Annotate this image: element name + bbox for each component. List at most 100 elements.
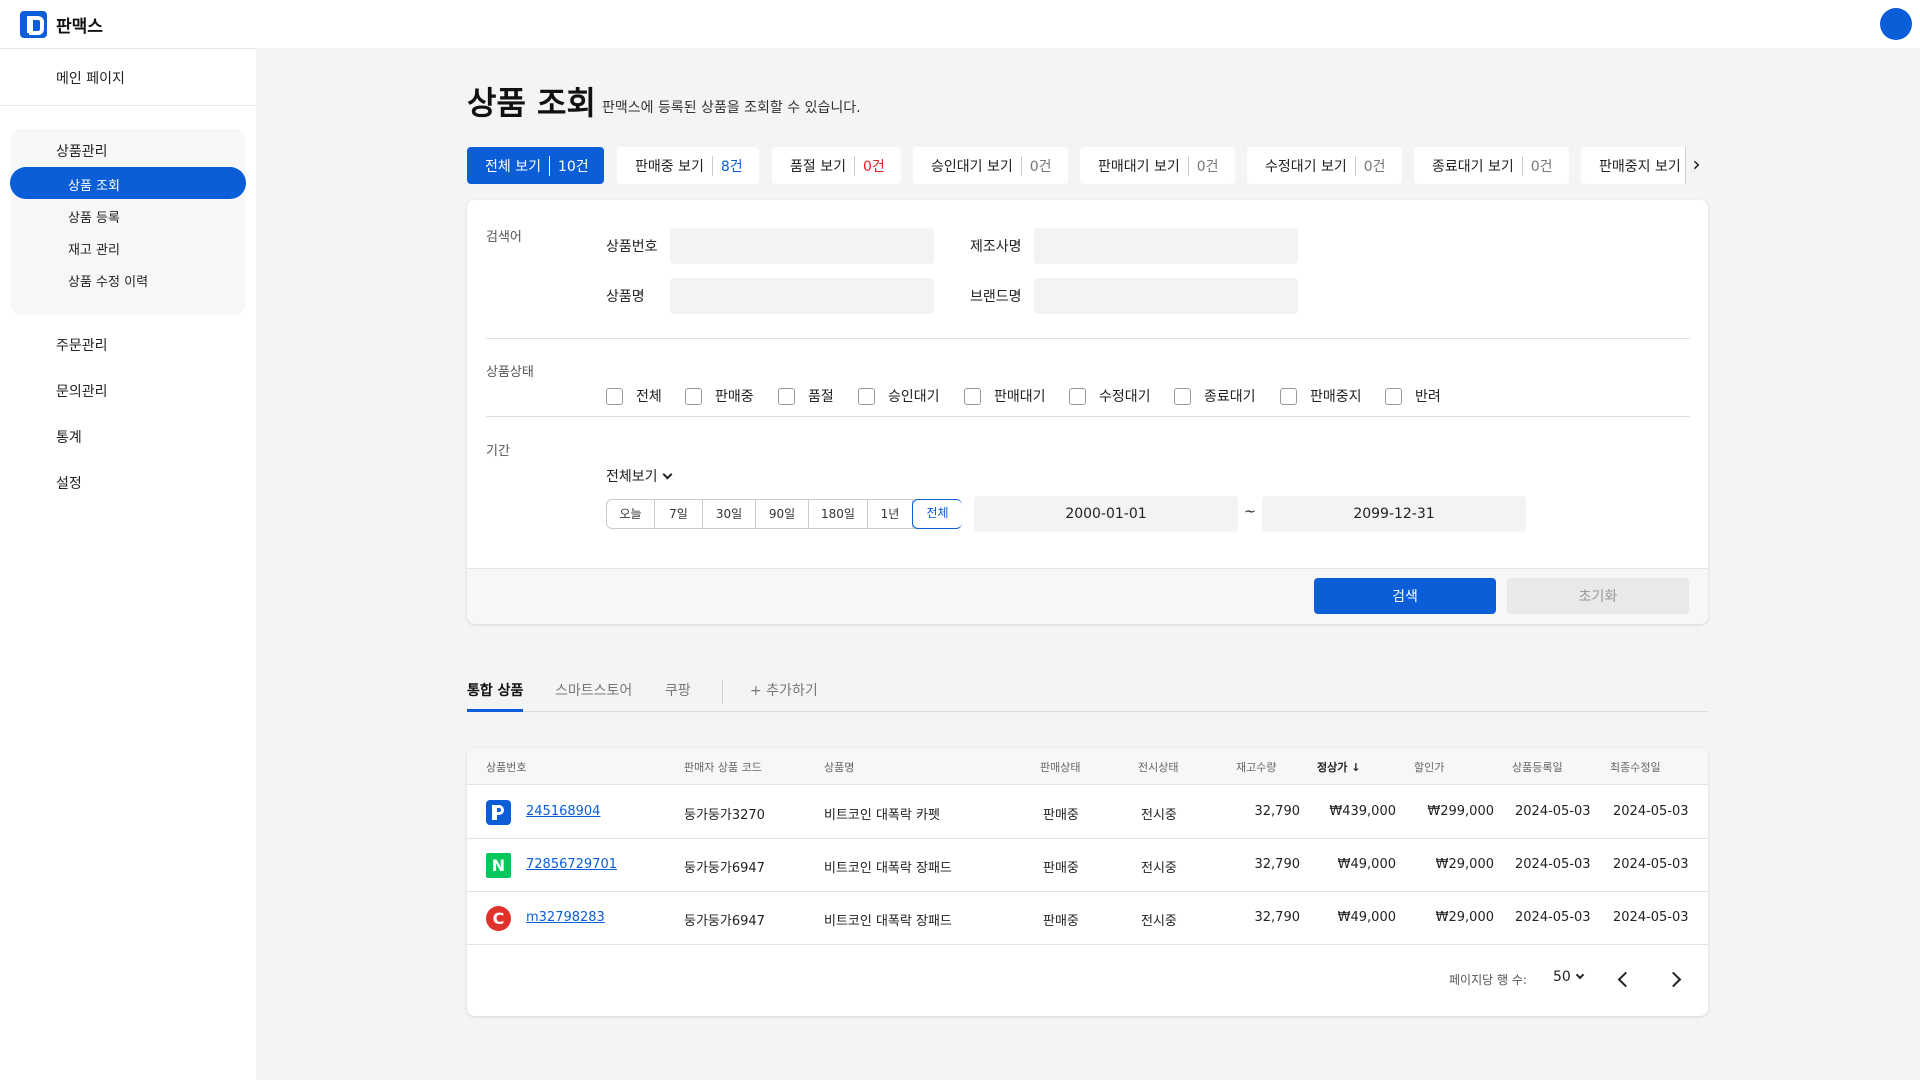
sidebar-item-statistics[interactable]: 통계 [56, 427, 82, 447]
period-180d[interactable]: 180일 [809, 500, 868, 528]
active-tab-indicator [467, 709, 523, 712]
table-header: 상품번호 판매자 상품 코드 상품명 판매상태 전시상태 재고수량 정상가 ↓ … [467, 748, 1708, 785]
checkbox[interactable] [1174, 387, 1191, 405]
chevron-right-icon[interactable] [1665, 969, 1685, 989]
updated-date: 2024-05-03 [1613, 910, 1689, 925]
tab-coupang[interactable]: 쿠팡 [665, 680, 691, 700]
status-checkbox-rejected[interactable]: 반려 [1385, 386, 1441, 406]
rows-per-page-label: 페이지당 행 수: [1449, 973, 1527, 987]
status-checkbox-suspended[interactable]: 판매중지 [1280, 386, 1362, 406]
coupang-channel-icon: C [486, 906, 511, 931]
product-name: 비트코인 대폭락 장패드 [824, 914, 952, 929]
checkbox[interactable] [1069, 387, 1086, 405]
tab-add[interactable]: + 추가하기 [750, 680, 818, 700]
sidebar-item-main[interactable]: 메인 페이지 [0, 49, 256, 106]
chip-all[interactable]: 전체 보기 10건 [467, 147, 604, 184]
product-no-input[interactable] [670, 228, 934, 264]
checkbox[interactable] [1280, 387, 1297, 405]
sidebar-group-title[interactable]: 상품관리 [56, 141, 108, 161]
status-checkbox-pending-sale[interactable]: 판매대기 [964, 386, 1046, 406]
status-checkbox-pending-edit[interactable]: 수정대기 [1069, 386, 1151, 406]
sidebar-item-edit-history[interactable]: 상품 수정 이력 [10, 263, 246, 295]
period-1y[interactable]: 1년 [868, 500, 913, 528]
column-header[interactable]: 상품번호 [486, 759, 526, 775]
status-checkbox-on-sale[interactable]: 판매중 [685, 386, 754, 406]
chip-pending-sale[interactable]: 판매대기 보기 0건 [1080, 147, 1235, 184]
period-7d[interactable]: 7일 [655, 500, 703, 528]
chip-sold-out[interactable]: 품절 보기 0건 [772, 147, 901, 184]
search-button[interactable]: 검색 [1314, 578, 1496, 614]
checkbox-label: 품절 [808, 389, 834, 405]
checkbox[interactable] [1385, 387, 1402, 405]
period-today[interactable]: 오늘 [607, 500, 655, 528]
logo-icon [20, 11, 47, 38]
chip-pending-end[interactable]: 종료대기 보기 0건 [1414, 147, 1569, 184]
chevron-left-icon[interactable] [1613, 969, 1633, 989]
brand-input[interactable] [1034, 278, 1298, 314]
column-header[interactable]: 상품등록일 [1512, 759, 1563, 775]
manufacturer-label: 제조사명 [970, 239, 1022, 255]
column-header[interactable]: 전시상태 [1138, 759, 1178, 775]
search-panel: 검색어 상품번호 제조사명 상품명 브랜드명 상품상태 전체 판매중 품절 승인… [467, 200, 1708, 624]
sidebar-group-products: 상품관리 상품 조회 상품 등록 재고 관리 상품 수정 이력 [10, 129, 246, 315]
column-header[interactable]: 판매상태 [1040, 759, 1080, 775]
sidebar-item-product-search[interactable]: 상품 조회 [10, 167, 246, 199]
reset-button[interactable]: 초기화 [1507, 578, 1689, 614]
checkbox-label: 수정대기 [1099, 389, 1151, 405]
sidebar-item-label: 상품 등록 [68, 211, 120, 226]
checkbox[interactable] [858, 387, 875, 405]
product-no-link[interactable]: 72856729701 [526, 857, 617, 872]
checkbox-label: 판매중지 [1310, 389, 1362, 405]
column-header[interactable]: 할인가 [1414, 759, 1444, 775]
table-row[interactable]: C m32798283 둥가둥가6947 비트코인 대폭락 장패드 판매중 전시… [467, 892, 1708, 945]
range-select[interactable]: 전체보기 [606, 466, 672, 486]
sidebar-item-settings[interactable]: 설정 [56, 473, 82, 493]
checkbox[interactable] [964, 387, 981, 405]
chip-pending-edit[interactable]: 수정대기 보기 0건 [1247, 147, 1402, 184]
discount-price: ₩29,000 [1435, 857, 1494, 872]
app-logo[interactable]: 판맥스 [20, 11, 103, 38]
status-checkbox-all[interactable]: 전체 [606, 386, 662, 406]
chip-on-sale[interactable]: 판매중 보기 8건 [617, 147, 759, 184]
tab-smartstore[interactable]: 스마트스토어 [555, 680, 632, 700]
rows-per-page-select[interactable]: 50 [1553, 969, 1585, 985]
avatar[interactable] [1880, 8, 1912, 40]
chevron-down-icon [662, 469, 672, 479]
column-header[interactable]: 판매자 상품 코드 [684, 759, 762, 775]
chevron-down-icon [1575, 970, 1585, 980]
top-bar: 판맥스 [0, 0, 1920, 48]
checkbox[interactable] [606, 387, 623, 405]
column-header[interactable]: 상품명 [824, 759, 854, 775]
table-row[interactable]: 245168904 둥가둥가3270 비트코인 대폭락 카펫 판매중 전시중 3… [467, 786, 1708, 839]
sidebar-item-orders[interactable]: 주문관리 [56, 335, 108, 355]
product-no-link[interactable]: 245168904 [526, 804, 600, 819]
column-header-sorted[interactable]: 정상가 ↓ [1317, 759, 1360, 775]
status-checkbox-pending-end[interactable]: 종료대기 [1174, 386, 1256, 406]
status-checkbox-pending-approval[interactable]: 승인대기 [858, 386, 940, 406]
sidebar-item-inventory[interactable]: 재고 관리 [10, 231, 246, 263]
period-90d[interactable]: 90일 [756, 500, 809, 528]
table-row[interactable]: N 72856729701 둥가둥가6947 비트코인 대폭락 장패드 판매중 … [467, 839, 1708, 892]
date-from-input[interactable]: 2000-01-01 [974, 496, 1238, 532]
regular-price: ₩49,000 [1337, 910, 1396, 925]
period-all[interactable]: 전체 [912, 499, 962, 529]
sidebar-item-product-register[interactable]: 상품 등록 [10, 199, 246, 231]
sidebar-item-label: 상품 수정 이력 [68, 275, 149, 290]
period-30d[interactable]: 30일 [703, 500, 756, 528]
column-header[interactable]: 재고수량 [1236, 759, 1276, 775]
status-filter-chips: 전체 보기 10건 판매중 보기 8건 품절 보기 0건 승인대기 보기 0건 판매대기… [467, 147, 1707, 184]
chip-label: 전체 보기 [485, 158, 541, 175]
product-no-link[interactable]: m32798283 [526, 910, 605, 925]
chip-pending-approval[interactable]: 승인대기 보기 0건 [913, 147, 1068, 184]
manufacturer-input[interactable] [1034, 228, 1298, 264]
date-to-input[interactable]: 2099-12-31 [1262, 496, 1526, 532]
column-header[interactable]: 최종수정일 [1610, 759, 1661, 775]
section-status-label: 상품상태 [486, 365, 534, 380]
product-name-input[interactable] [670, 278, 934, 314]
checkbox[interactable] [685, 387, 702, 405]
checkbox[interactable] [778, 387, 795, 405]
status-checkbox-sold-out[interactable]: 품절 [778, 386, 834, 406]
tab-integrated[interactable]: 통합 상품 [467, 680, 523, 700]
sidebar-item-inquiries[interactable]: 문의관리 [56, 381, 108, 401]
chevron-right-icon[interactable]: › [1685, 147, 1707, 184]
